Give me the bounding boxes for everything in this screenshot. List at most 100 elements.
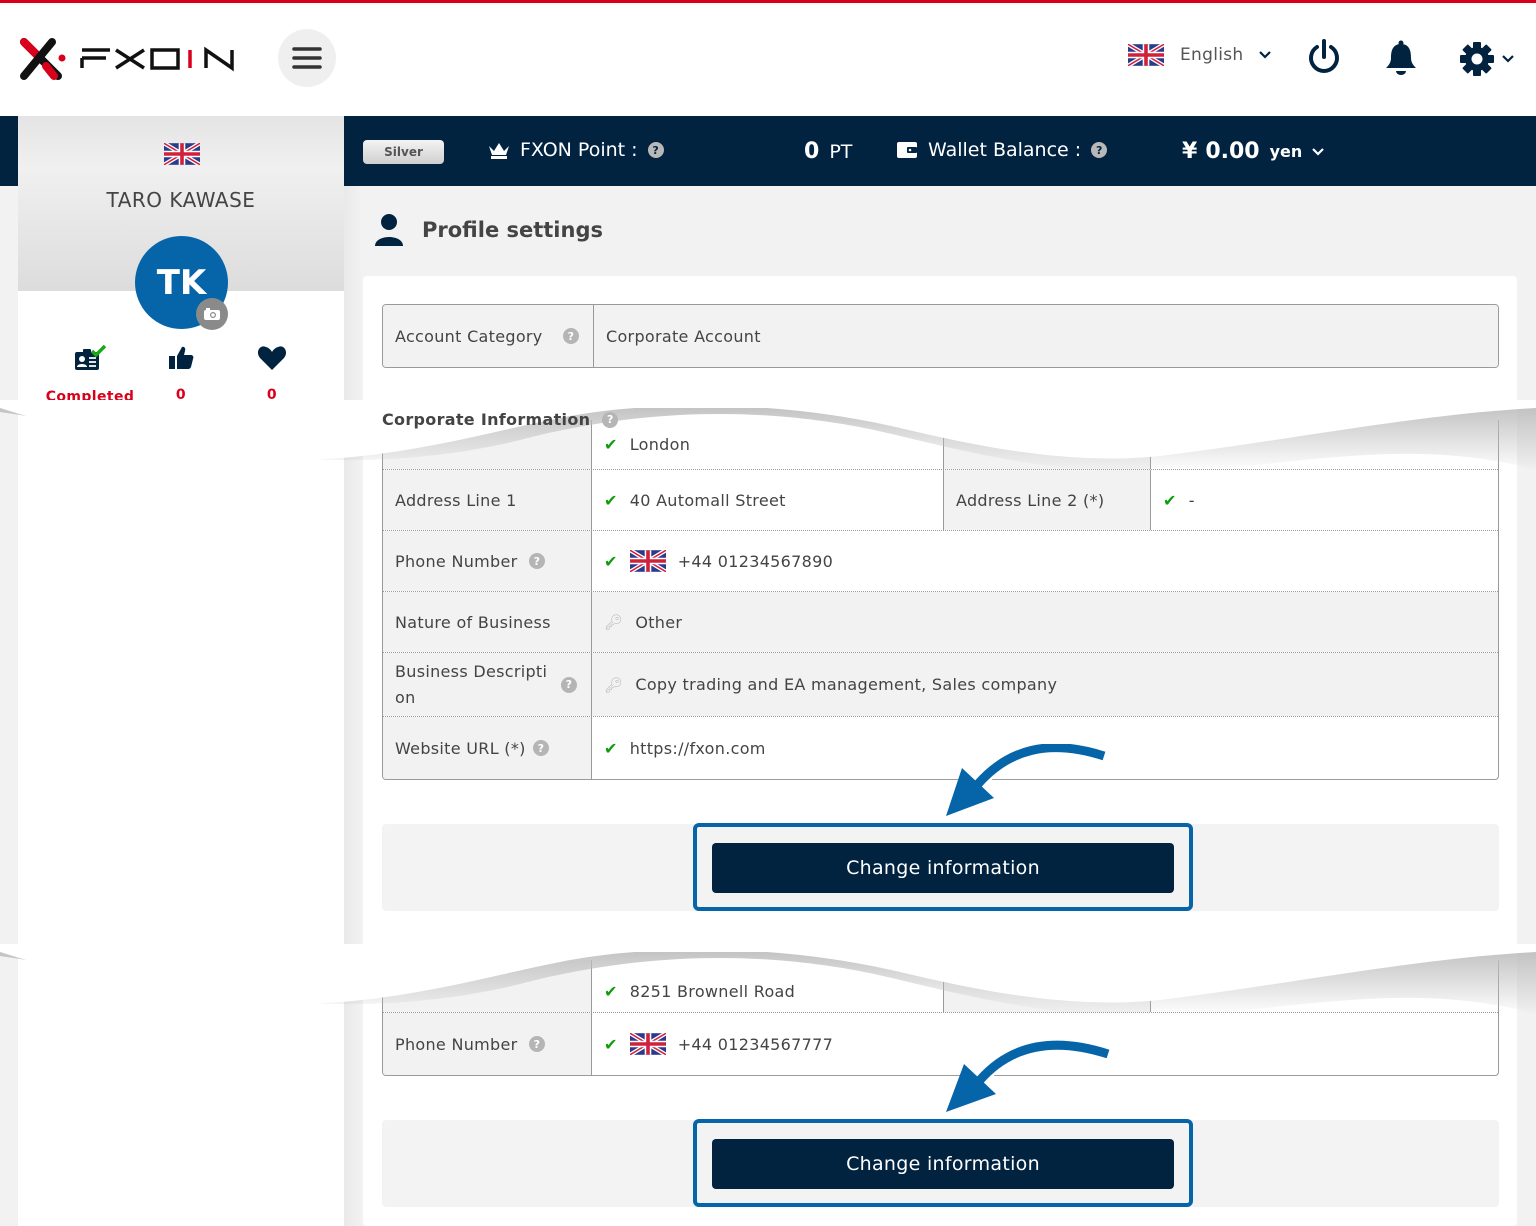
label-cell (944, 420, 1151, 469)
check-icon: ✔ (604, 981, 618, 1001)
value-text: London (629, 435, 691, 454)
uk-flag-icon (1128, 44, 1164, 66)
key-icon: 🔑︎ (604, 613, 624, 631)
sidebar-divider (344, 186, 362, 1226)
crown-icon (489, 143, 509, 159)
table-row: ✔ 8251 Brownell Road (383, 960, 1498, 1013)
help-icon[interactable]: ? (1091, 142, 1108, 158)
check-icon: ✔ (604, 435, 618, 454)
address-value: ✔ 8251 Brownell Road (592, 960, 944, 1012)
help-icon[interactable]: ? (647, 142, 664, 158)
value-text: - (1188, 490, 1195, 510)
user-icon (375, 214, 403, 246)
rank-badge: Silver (363, 140, 444, 164)
gear-icon (1460, 42, 1494, 76)
thumbs-up-icon (169, 346, 194, 369)
representative-info-table: ✔ 8251 Brownell Road Phone Number? ✔ +44 0… (382, 960, 1499, 1076)
section-heading: Corporate Information ? (382, 410, 619, 429)
settings-menu[interactable] (1458, 40, 1514, 78)
verification-value: Completed (45, 389, 135, 405)
city-value: ✔ London (592, 420, 944, 469)
website-label: Website URL (*)? (383, 717, 592, 779)
bell-icon[interactable] (1384, 40, 1418, 76)
value-text: Other (635, 612, 683, 632)
chevron-down-icon (1259, 51, 1272, 59)
help-icon[interactable]: ? (529, 1036, 545, 1052)
uk-flag-icon (164, 143, 200, 165)
key-icon: 🔑︎ (604, 675, 624, 694)
check-icon: ✔ (604, 1034, 618, 1054)
address2-label: Address Line 2 (*) (944, 470, 1151, 530)
label-text: Account Category (395, 326, 543, 346)
points-value: 0 (804, 139, 820, 164)
section-heading-text: Corporate Information (382, 410, 591, 429)
hamburger-icon (292, 47, 322, 69)
nature-value: 🔑︎ Other (592, 592, 1498, 652)
wallet-unit: yen (1269, 142, 1303, 161)
table-row: Nature of Business 🔑︎ Other (383, 592, 1498, 653)
help-icon[interactable]: ? (529, 553, 545, 569)
chevron-down-icon (1312, 147, 1325, 156)
table-row: Phone Number? ✔ +44 01234567777 (383, 1013, 1498, 1075)
points-label: FXON Point : (520, 139, 638, 161)
language-selector[interactable]: English (1128, 44, 1272, 66)
table-row: Address Line 1 ✔ 40 Automall Street Addre… (383, 470, 1498, 531)
label-text: Business Descripti on (395, 661, 548, 707)
wallet-icon (897, 142, 917, 158)
check-icon: ✔ (604, 738, 618, 758)
table-row: Business Descripti on? 🔑︎ Copy trading and… (383, 653, 1498, 717)
avatar-initials: TK (156, 262, 207, 303)
check-icon: ✔ (604, 551, 618, 571)
value-text: 40 Automall Street (629, 490, 786, 510)
value-cell (1151, 960, 1498, 1012)
account-category-table: Account Category ? Corporate Account (382, 304, 1499, 368)
address2-value: ✔ - (1151, 470, 1498, 530)
favorites-value: 0 (266, 387, 278, 403)
camera-icon (204, 308, 220, 320)
account-category-label: Account Category ? (383, 305, 594, 367)
value-text: +44 01234567777 (677, 1034, 834, 1054)
phone-value: ✔ +44 01234567777 (592, 1013, 1498, 1075)
power-icon[interactable] (1306, 38, 1342, 78)
likes-value: 0 (175, 387, 187, 403)
help-icon[interactable]: ? (602, 411, 619, 428)
help-icon[interactable]: ? (533, 740, 549, 756)
address1-label: Address Line 1 (383, 470, 592, 530)
change-information-button[interactable]: Change information (712, 1139, 1174, 1189)
change-information-button[interactable]: Change information (712, 843, 1174, 893)
label-text: Phone Number (395, 1034, 518, 1054)
table-row: Phone Number? ✔ +44 01234567890 (383, 531, 1498, 592)
value-text: +44 01234567890 (677, 551, 834, 571)
id-card-check-icon (75, 344, 107, 370)
table-row: Website URL (*)? ✔ https://fxon.com (383, 717, 1498, 779)
profile-sidebar (18, 291, 344, 1226)
help-icon[interactable]: ? (563, 328, 579, 344)
uk-flag-icon (630, 1033, 666, 1055)
table-row: Account Category ? Corporate Account (383, 305, 1498, 367)
wallet-value: 0.00 (1205, 139, 1260, 164)
points-readout: 0 PT (804, 139, 852, 164)
wallet-balance-label: Wallet Balance : ? (896, 139, 1108, 161)
help-icon[interactable]: ? (561, 676, 577, 693)
nature-label: Nature of Business (383, 592, 592, 652)
value-text: Copy trading and EA management, Sales co… (635, 675, 1058, 694)
address1-value: ✔ 40 Automall Street (592, 470, 944, 530)
fxon-logo[interactable] (18, 36, 238, 80)
uk-flag-icon (630, 550, 666, 572)
verification-status[interactable]: Completed (45, 344, 135, 405)
label-text: Address Line 2 (*) (956, 490, 1105, 510)
user-name: TARO KAWASE (106, 188, 256, 212)
menu-toggle-button[interactable] (278, 29, 336, 87)
likes-stat[interactable]: 0 (136, 345, 226, 403)
phone-label: Phone Number? (383, 1013, 592, 1075)
website-value: ✔ https://fxon.com (592, 717, 1498, 779)
currency-symbol: ¥ (1182, 139, 1198, 164)
heart-icon (257, 346, 287, 370)
favorites-stat[interactable]: 0 (227, 345, 317, 403)
label-cell (944, 960, 1151, 1012)
change-photo-button[interactable] (196, 298, 228, 330)
page-title: Profile settings (374, 213, 603, 247)
wallet-balance-selector[interactable]: ¥ 0.00 yen (1182, 139, 1325, 164)
language-label: English (1180, 45, 1244, 65)
fxon-point-label: FXON Point : ? (488, 139, 664, 161)
